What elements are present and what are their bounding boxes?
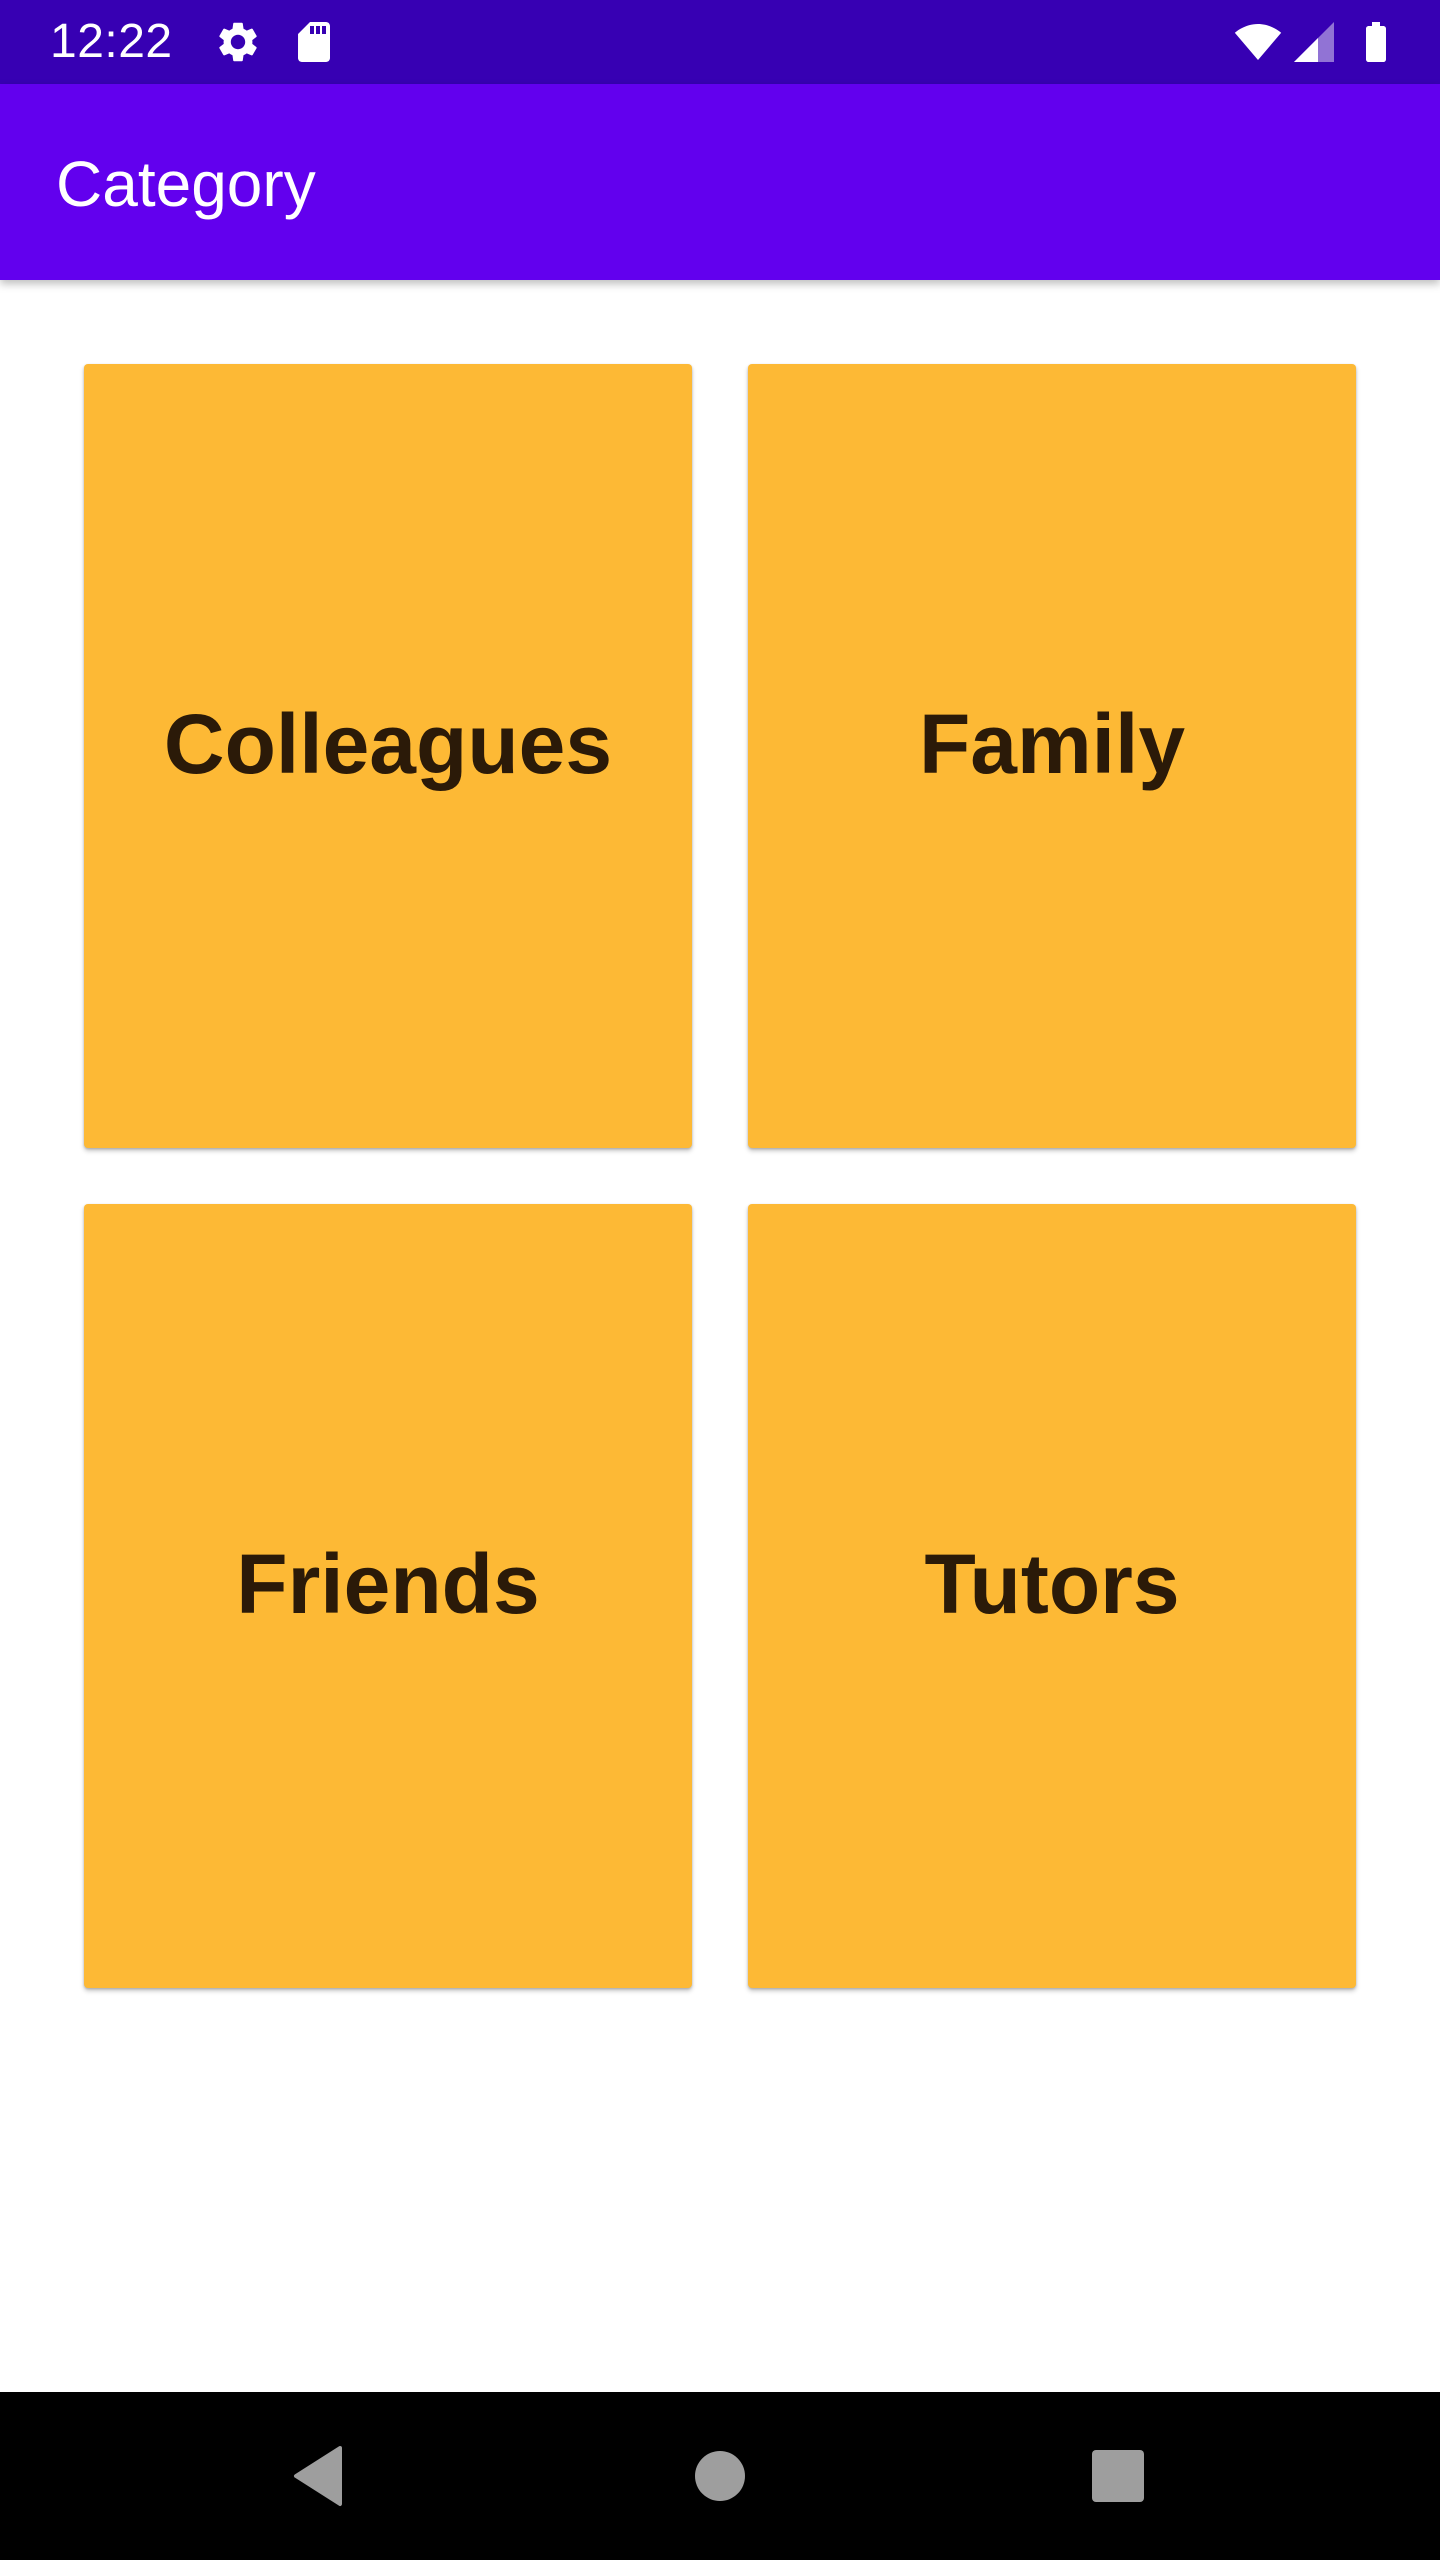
cellular-signal-icon xyxy=(1290,18,1338,66)
settings-icon xyxy=(214,18,262,66)
category-card-colleagues[interactable]: Colleagues xyxy=(84,364,692,1148)
battery-icon xyxy=(1352,18,1400,66)
status-bar: 12:22 xyxy=(0,0,1440,84)
navigation-bar xyxy=(0,2392,1440,2560)
category-label: Friends xyxy=(236,1536,540,1631)
home-icon xyxy=(695,2451,745,2501)
screen: 12:22 Category Colleagues Family Friends xyxy=(0,0,1440,2560)
category-label: Colleagues xyxy=(163,696,613,791)
category-card-family[interactable]: Family xyxy=(748,364,1356,1148)
back-button[interactable] xyxy=(278,2436,358,2516)
back-icon xyxy=(294,2446,342,2506)
sd-card-icon xyxy=(290,18,338,66)
home-button[interactable] xyxy=(680,2436,760,2516)
recents-icon xyxy=(1092,2450,1144,2502)
recents-button[interactable] xyxy=(1078,2436,1158,2516)
category-label: Tutors xyxy=(924,1536,1180,1631)
wifi-icon xyxy=(1230,18,1286,66)
app-title: Category xyxy=(56,148,316,220)
category-card-tutors[interactable]: Tutors xyxy=(748,1204,1356,1988)
category-card-friends[interactable]: Friends xyxy=(84,1204,692,1988)
category-label: Family xyxy=(918,696,1186,791)
app-bar: Category xyxy=(0,84,1440,280)
status-time: 12:22 xyxy=(50,15,173,68)
category-grid: Colleagues Family Friends Tutors xyxy=(0,280,1440,2390)
